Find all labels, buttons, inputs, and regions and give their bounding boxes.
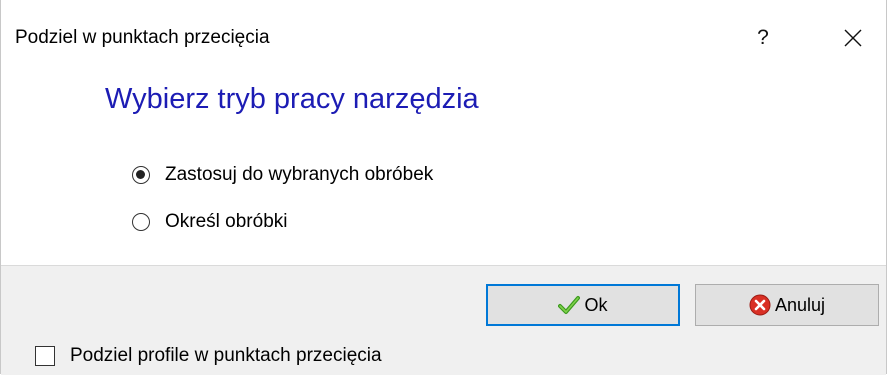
ok-button[interactable]: Ok: [486, 284, 680, 326]
cancel-button[interactable]: Anuluj: [695, 284, 879, 326]
radio-option-selected-workpieces[interactable]: Zastosuj do wybranych obróbek: [132, 162, 433, 188]
radio-option-specify-workpieces[interactable]: Określ obróbki: [132, 209, 288, 235]
ok-button-label: Ok: [584, 294, 608, 315]
help-button[interactable]: ?: [743, 20, 783, 56]
close-button[interactable]: [831, 20, 875, 56]
radio-option-label: Zastosuj do wybranych obróbek: [165, 164, 434, 185]
cancel-button-label: Anuluj: [774, 294, 826, 315]
button-footer: Ok Anuluj Podziel profile w punktach prz…: [1, 265, 886, 375]
split-profiles-option[interactable]: Podziel profile w punktach przecięcia: [35, 344, 382, 368]
close-icon: [844, 29, 862, 47]
radio-button-unchecked[interactable]: [132, 213, 150, 231]
tool-mode-heading: Wybierz tryb pracy narzędzia: [105, 83, 479, 115]
title-bar[interactable]: Podziel w punktach przecięcia ?: [1, 0, 886, 78]
radio-option-label: Określ obróbki: [165, 211, 288, 232]
split-profiles-label: Podziel profile w punktach przecięcia: [70, 345, 382, 366]
dialog-window: Podziel w punktach przecięcia ? Wybierz …: [0, 0, 887, 375]
split-profiles-checkbox[interactable]: [35, 346, 55, 366]
checkmark-icon: [558, 295, 581, 315]
radio-button-checked[interactable]: [132, 166, 150, 184]
window-title: Podziel w punktach przecięcia: [15, 27, 270, 48]
cancel-x-icon: [749, 294, 771, 316]
